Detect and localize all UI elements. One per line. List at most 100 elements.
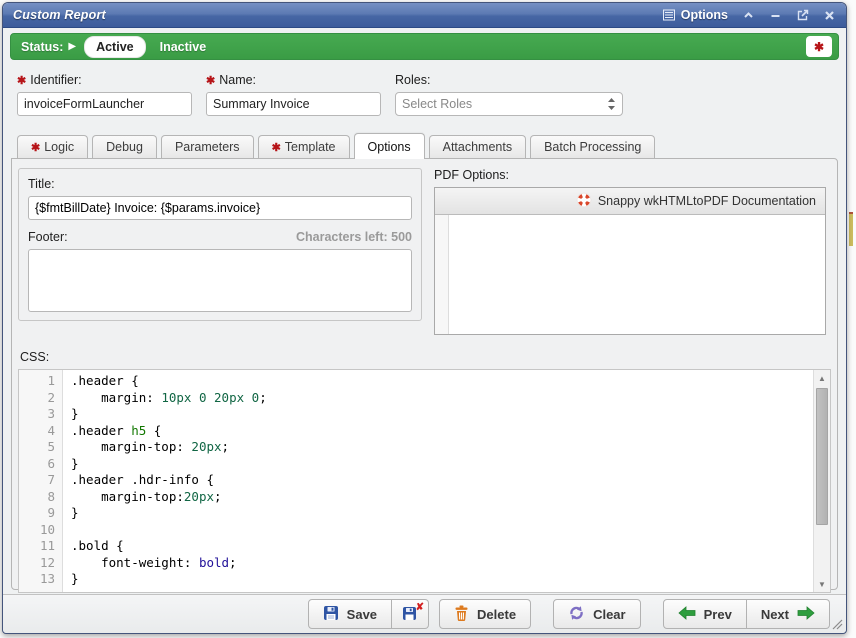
tab-options[interactable]: Options [354,133,425,159]
options-menu-button[interactable]: Options [663,8,728,22]
prev-next-button-group: Prev Next [663,599,830,629]
green-arrow-left-icon [678,606,696,623]
css-editor-label: CSS: [20,350,831,364]
title-bar[interactable]: Custom Report Options [3,3,846,28]
save-and-close-button[interactable]: ✘ [392,599,429,629]
roles-field-group: Roles: Select Roles [395,73,623,116]
spinner-arrows-icon [607,97,616,111]
save-button[interactable]: Save [308,599,392,629]
code-line[interactable]: } [71,571,813,588]
popout-icon[interactable] [796,9,809,22]
code-line[interactable]: } [71,406,813,423]
clear-button[interactable]: Clear [553,599,641,629]
line-number: 6 [19,456,55,473]
roles-select[interactable]: Select Roles [395,92,623,116]
scroll-up-arrow-icon[interactable]: ▲ [814,370,830,386]
tab-debug[interactable]: Debug [92,135,157,158]
pdf-options-group: PDF Options: Snappy wkHTMLtoPDF Document… [434,168,826,335]
line-number: 9 [19,505,55,522]
identifier-field-group: ✱ Identifier: [17,73,192,116]
code-line[interactable]: font-weight: bold; [71,555,813,572]
identifier-input[interactable] [17,92,192,116]
title-footer-box: Title: Footer: Characters left: 500 [18,168,422,321]
save-button-group: Save ✘ [308,599,429,629]
next-button[interactable]: Next [747,599,830,629]
name-input[interactable] [206,92,381,116]
pdf-editor-content[interactable] [449,215,825,334]
snappy-doc-link[interactable]: Snappy wkHTMLtoPDF Documentation [435,188,825,215]
delete-button-label: Delete [477,607,516,622]
code-line[interactable] [71,522,813,539]
title-input[interactable] [28,196,412,220]
code-line[interactable]: .header h5 { [71,423,813,440]
window-title: Custom Report [13,8,106,22]
line-number: 13 [19,571,55,588]
line-number: 1 [19,373,55,390]
code-line[interactable]: margin-top: 20px; [71,439,813,456]
tab-template[interactable]: ✱ Template [258,135,350,158]
roles-selected-value: Select Roles [402,97,472,111]
pdf-options-label: PDF Options: [434,168,826,182]
delete-button[interactable]: Delete [439,599,531,629]
status-inactive-button[interactable]: Inactive [160,40,207,54]
line-number: 4 [19,423,55,440]
footer-textarea[interactable] [28,249,412,312]
tab-logic[interactable]: ✱ Logic [17,135,88,158]
options-menu-label: Options [681,8,728,22]
code-line[interactable]: .header .hdr-info { [71,472,813,489]
code-line[interactable]: .header { [71,373,813,390]
css-gutter: 12345678910111213 [19,370,63,592]
css-editor-scrollbar[interactable]: ▲ ▼ [813,370,830,592]
code-line[interactable]: margin: 10px 0 20px 0; [71,390,813,407]
tab-strip: ✱ Logic Debug Parameters ✱ Template Opti… [11,133,838,158]
line-number: 8 [19,489,55,506]
code-line[interactable]: } [71,505,813,522]
required-asterisk-icon: ✱ [31,141,40,154]
code-line[interactable]: } [71,456,813,473]
minimize-icon[interactable] [769,9,782,22]
identifier-label: ✱ Identifier: [17,73,192,87]
line-number: 11 [19,538,55,555]
line-number: 3 [19,406,55,423]
snappy-doc-link-label: Snappy wkHTMLtoPDF Documentation [598,194,816,208]
menu-list-icon [663,9,676,22]
required-asterisk-icon: ✱ [272,141,281,154]
roles-label: Roles: [395,73,623,87]
required-indicator-button[interactable]: ✱ [806,36,832,57]
pdf-options-editor[interactable] [435,215,825,334]
prev-button[interactable]: Prev [663,599,747,629]
floppy-disk-icon [323,605,339,624]
prev-button-label: Prev [704,607,732,622]
lifebuoy-icon [576,192,592,211]
status-bar: Status: ▶ Active Inactive ✱ [10,33,839,60]
line-number: 10 [19,522,55,539]
resize-grip[interactable] [829,616,843,630]
scroll-down-arrow-icon[interactable]: ▼ [814,576,830,592]
css-code[interactable]: .header { margin: 10px 0 20px 0;}.header… [63,370,813,592]
pdf-options-panel: Snappy wkHTMLtoPDF Documentation [434,187,826,335]
close-icon[interactable] [823,9,836,22]
refresh-arrows-icon [568,605,585,624]
required-asterisk-icon: ✱ [206,74,215,87]
tab-parameters[interactable]: Parameters [161,135,254,158]
save-button-label: Save [347,607,377,622]
line-number: 7 [19,472,55,489]
code-line[interactable]: margin-top:20px; [71,489,813,506]
next-button-label: Next [761,607,789,622]
tab-batch-processing[interactable]: Batch Processing [530,135,655,158]
scrollbar-track[interactable] [814,386,830,576]
status-label: Status: [21,40,63,54]
background-page-fragment [849,212,853,246]
name-field-group: ✱ Name: [206,73,381,116]
collapse-icon[interactable] [742,9,755,22]
line-number: 5 [19,439,55,456]
footer-action-bar: Save ✘ Delete Clear [3,594,846,633]
css-code-editor[interactable]: 12345678910111213 .header { margin: 10px… [18,369,831,593]
scrollbar-thumb[interactable] [816,388,828,525]
asterisk-icon: ✱ [814,40,824,54]
code-line[interactable]: .bold { [71,538,813,555]
status-active-button[interactable]: Active [84,36,146,58]
clear-button-label: Clear [593,607,626,622]
tab-attachments[interactable]: Attachments [429,135,526,158]
custom-report-dialog: Custom Report Options Status: [2,2,847,634]
